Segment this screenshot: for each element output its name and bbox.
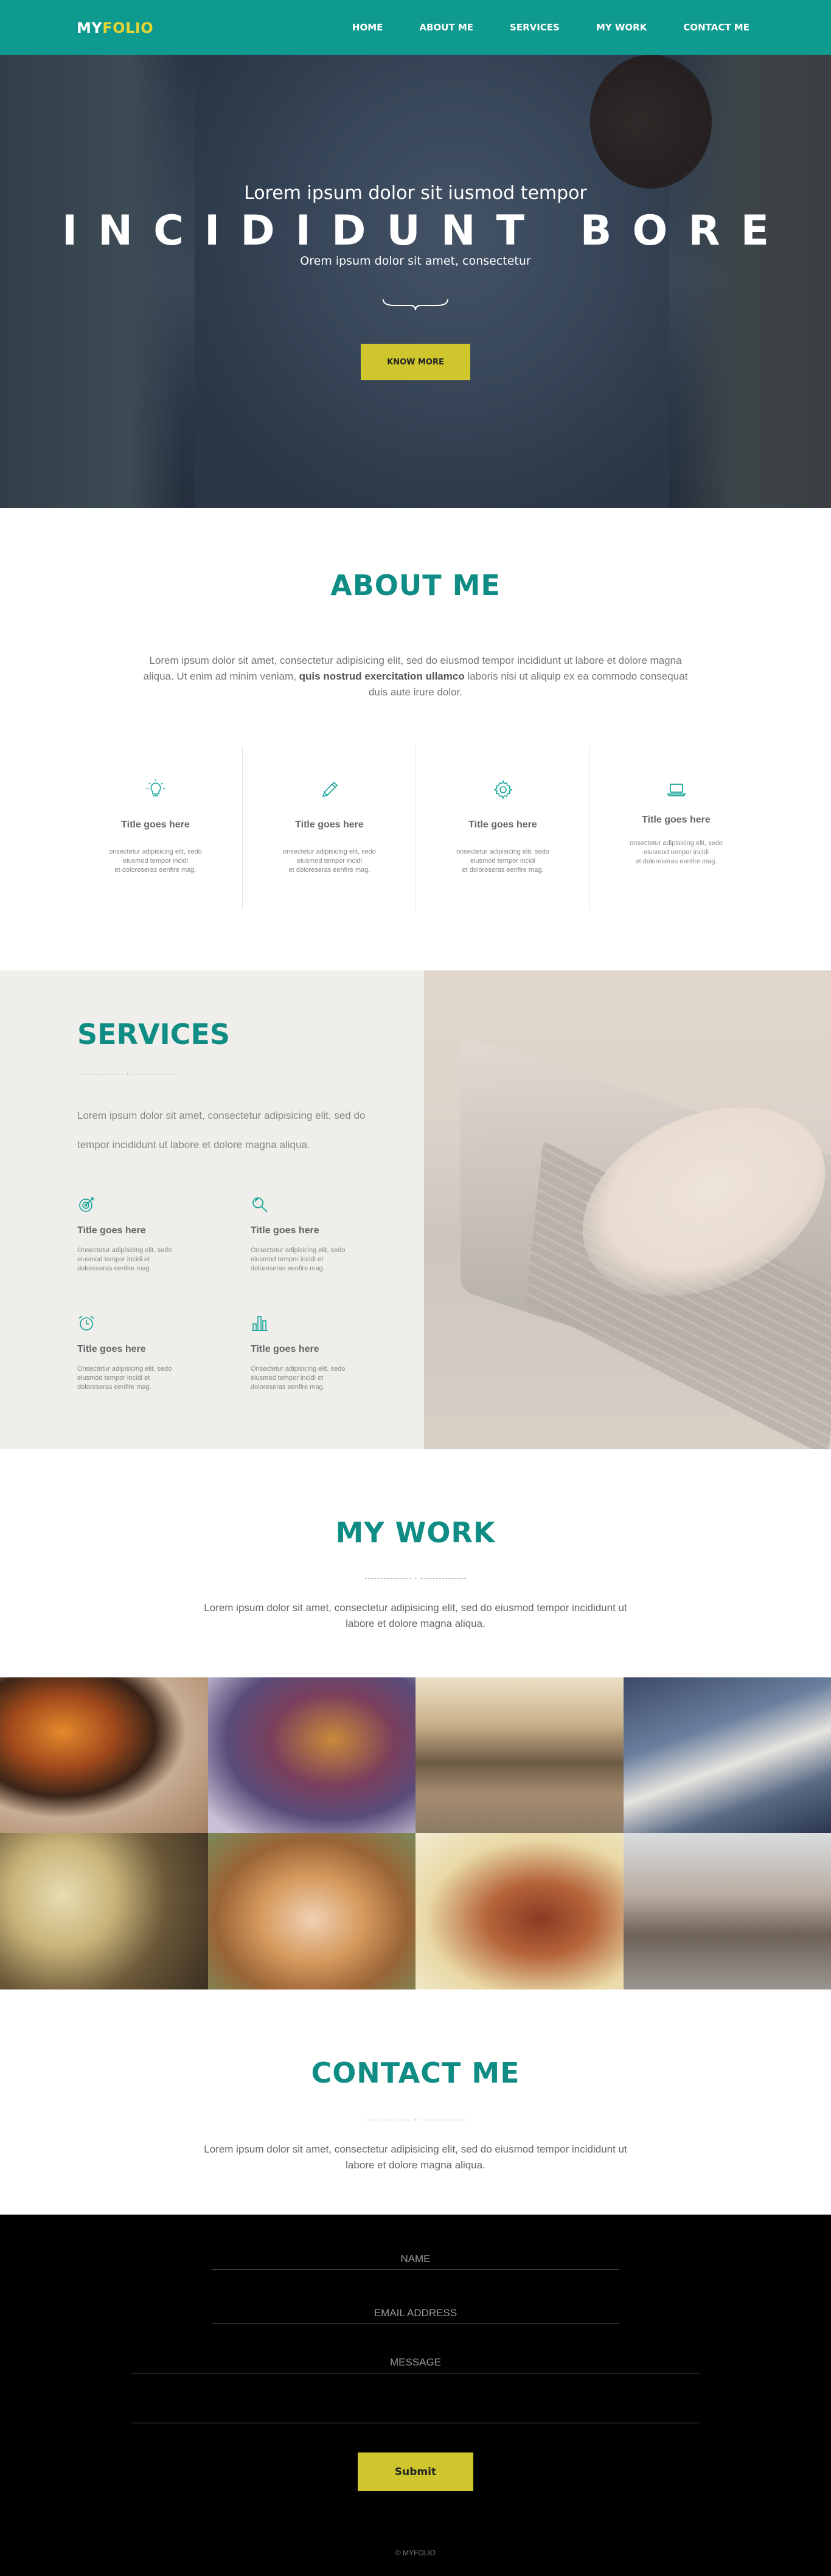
service-title: Title goes here xyxy=(77,1344,146,1354)
nav-item-contact[interactable]: CONTACT ME xyxy=(683,22,749,33)
feature-description: onsectetur adipisicing elit, sedo eiusmod… xyxy=(456,848,549,874)
alarm-clock-icon xyxy=(78,1315,94,1331)
services-text: Lorem ipsum dolor sit amet, consectetur … xyxy=(77,1110,366,1150)
portfolio-item-dog[interactable] xyxy=(207,1833,415,1989)
contact-divider: ◦ xyxy=(0,2115,831,2124)
service-item: Title goes here Onsectetur adipisicing e… xyxy=(251,1314,397,1392)
about-text: Lorem ipsum dolor sit amet, consectetur … xyxy=(143,655,688,698)
submit-button[interactable]: Submit xyxy=(358,2452,473,2491)
feature-card: Title goes here onsectetur adipisicing e… xyxy=(589,747,762,910)
about-section: ABOUT ME ◦ Lorem ipsum dolor sit amet, c… xyxy=(0,508,831,1138)
laptop-icon xyxy=(667,784,686,796)
hero-subtitle: Lorem ipsum dolor sit iusmod tempor xyxy=(244,183,587,204)
laptop-typing-photo xyxy=(424,970,831,1449)
services-divider: ◦ xyxy=(77,1070,179,1078)
work-text: Lorem ipsum dolor sit amet, consectetur … xyxy=(204,1602,627,1629)
gear-icon xyxy=(493,780,513,799)
work-divider: ◦ xyxy=(0,1574,831,1582)
portfolio-item-autumn-leaf[interactable] xyxy=(207,1677,415,1833)
copyright-text: © MYFOLIO xyxy=(395,2549,436,2557)
about-title: ABOUT ME xyxy=(330,569,501,602)
service-item: Title goes here Onsectetur adipisicing e… xyxy=(77,1196,223,1273)
feature-description: onsectetur adipisicing elit, sedo eiusmod… xyxy=(109,848,202,874)
portfolio-item-sunglasses[interactable] xyxy=(0,1677,208,1833)
nav-item-home[interactable]: HOME xyxy=(352,22,383,33)
bar-chart-icon xyxy=(252,1316,268,1331)
portfolio-item-car-road[interactable] xyxy=(415,1677,624,1833)
feature-title: Title goes here xyxy=(642,815,711,825)
nav-item-about[interactable]: ABOUT ME xyxy=(419,22,473,33)
hero-tagline: Orem ipsum dolor sit amet, consectetur xyxy=(300,254,531,268)
email-input[interactable] xyxy=(212,2302,619,2324)
contact-title: CONTACT ME xyxy=(311,2056,520,2089)
logo-part-1: MY xyxy=(77,19,103,37)
logo[interactable]: MYFOLIO xyxy=(77,19,153,37)
message-input[interactable] xyxy=(131,2351,700,2373)
logo-part-2: FOLIO xyxy=(102,19,154,37)
service-title: Title goes here xyxy=(77,1225,146,1236)
top-navbar: MYFOLIO HOME ABOUT ME SERVICES MY WORK C… xyxy=(0,0,831,55)
feature-description: onsectetur adipisicing elit, sedo eiusmod… xyxy=(630,840,723,865)
contact-form: Submit © MYFOLIO xyxy=(0,2215,831,2576)
lightbulb-icon xyxy=(147,779,165,796)
target-icon xyxy=(79,1197,94,1212)
curly-brace-icon xyxy=(383,299,448,311)
feature-description: onsectetur adipisicing elit, sedo eiusmod… xyxy=(283,848,376,874)
services-title: SERVICES xyxy=(77,1018,231,1051)
service-description: Onsectetur adipisicing elit, sedo eiusmod… xyxy=(77,1247,172,1272)
feature-title: Title goes here xyxy=(468,820,537,830)
know-more-button[interactable]: KNOW MORE xyxy=(361,344,470,380)
portfolio-item-hair-sunlight[interactable] xyxy=(415,1833,624,1989)
service-item: Title goes here Onsectetur adipisicing e… xyxy=(77,1314,223,1392)
nav-item-work[interactable]: MY WORK xyxy=(596,22,647,33)
magnifier-icon xyxy=(252,1197,268,1213)
service-title: Title goes here xyxy=(251,1225,319,1236)
contact-text: Lorem ipsum dolor sit amet, consectetur … xyxy=(204,2143,627,2171)
feature-list: Title goes here onsectetur adipisicing e… xyxy=(69,747,762,910)
feature-card: Title goes here onsectetur adipisicing e… xyxy=(242,747,415,910)
portfolio-grid xyxy=(0,1677,831,1989)
work-section: MY WORK ◦ Lorem ipsum dolor sit amet, co… xyxy=(0,1449,831,1989)
feature-title: Title goes here xyxy=(295,820,364,830)
service-description: Onsectetur adipisicing elit, sedo eiusmod… xyxy=(77,1365,172,1391)
nav-item-services[interactable]: SERVICES xyxy=(510,22,560,33)
service-item: Title goes here Onsectetur adipisicing e… xyxy=(251,1196,397,1273)
nav-menu: HOME ABOUT ME SERVICES MY WORK CONTACT M… xyxy=(316,22,749,33)
hero-section: Lorem ipsum dolor sit iusmod tempor INCI… xyxy=(0,0,831,508)
service-description: Onsectetur adipisicing elit, sedo eiusmod… xyxy=(251,1247,346,1272)
portfolio-item-banana-chia[interactable] xyxy=(0,1833,208,1989)
feature-card: Title goes here onsectetur adipisicing e… xyxy=(69,747,242,910)
feature-title: Title goes here xyxy=(121,820,190,830)
name-input[interactable] xyxy=(212,2248,619,2270)
pencil-icon xyxy=(322,781,338,798)
hero-title: INCIDIDUNT BORE xyxy=(61,207,790,255)
contact-section: CONTACT ME ◦ Lorem ipsum dolor sit amet,… xyxy=(0,1989,831,2215)
work-title: MY WORK xyxy=(335,1516,496,1549)
feature-card: Title goes here onsectetur adipisicing e… xyxy=(415,747,589,910)
portfolio-item-street-woman[interactable] xyxy=(623,1833,831,1989)
service-description: Onsectetur adipisicing elit, sedo eiusmod… xyxy=(251,1365,346,1391)
services-section: SERVICES ◦ Lorem ipsum dolor sit amet, c… xyxy=(0,970,831,1449)
service-title: Title goes here xyxy=(251,1344,319,1354)
portfolio-item-swan[interactable] xyxy=(623,1677,831,1833)
